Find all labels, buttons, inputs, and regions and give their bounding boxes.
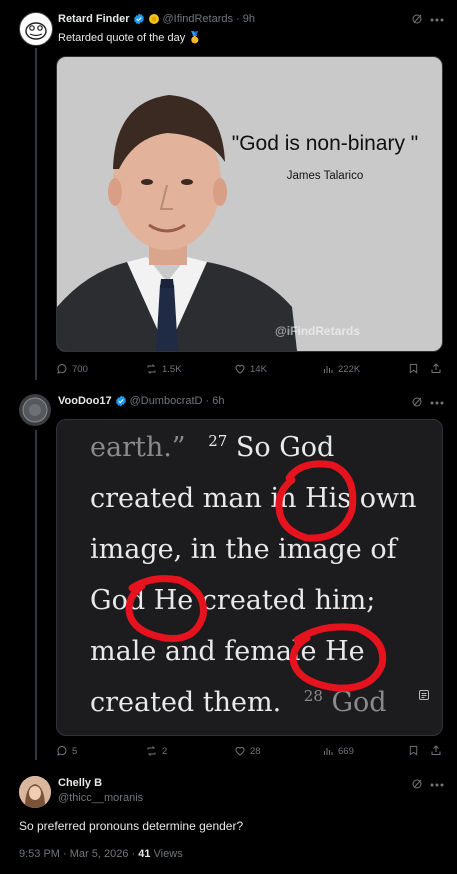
reply-count: 5 (72, 745, 78, 757)
heart-icon (235, 746, 245, 756)
view-count: 669 (338, 745, 354, 757)
reply-count: 700 (72, 363, 88, 375)
quote-attribution: James Talarico (286, 170, 364, 182)
tweet2-header: VooDoo17 @DumbocratD · 6h (58, 395, 224, 407)
tweet3-text: So preferred pronouns determine gender? (19, 819, 244, 833)
bar-chart-icon (324, 366, 333, 373)
grok-icon[interactable] (411, 778, 423, 790)
quote-text: "God is non-binary " (231, 132, 419, 155)
author-handle[interactable]: @IfindRetards (163, 13, 233, 25)
retweet-button[interactable]: 2 (145, 745, 167, 757)
reply-icon (57, 364, 67, 374)
politician-photo (57, 95, 297, 351)
reply-button[interactable]: 700 (56, 363, 88, 375)
author-handle[interactable]: @DumbocratD (130, 395, 203, 407)
views-label: Views (153, 848, 183, 860)
thread-line (35, 430, 37, 760)
like-button[interactable]: 14K (234, 363, 267, 375)
views-button[interactable]: 669 (322, 745, 354, 757)
share-icon[interactable] (430, 362, 442, 375)
retweet-button[interactable]: 1.5K (145, 363, 182, 375)
like-count: 14K (250, 363, 267, 375)
verified-badge-icon (115, 395, 126, 407)
more-icon[interactable] (430, 18, 444, 22)
tweet3-header: Chelly B @thicc__moranis (58, 777, 143, 804)
red-circle-annotations (125, 460, 387, 692)
views-button[interactable]: 222K (322, 363, 360, 375)
grok-icon[interactable] (411, 13, 423, 25)
author-name[interactable]: Chelly B (58, 777, 143, 789)
retweet-count: 1.5K (162, 363, 182, 375)
timestamp[interactable]: 9:53 PM · Mar 5, 2026 · (19, 848, 135, 860)
retweet-count: 2 (162, 745, 168, 757)
view-count: 222K (338, 363, 361, 375)
bar-chart-icon (324, 748, 333, 755)
seal-avatar-icon (22, 397, 48, 423)
person-avatar-icon (19, 776, 51, 808)
tweet-time[interactable]: · 6h (206, 395, 225, 407)
grok-icon[interactable] (411, 396, 423, 408)
more-icon[interactable] (430, 401, 444, 405)
reply-button[interactable]: 5 (56, 745, 77, 757)
tweet1-text: Retarded quote of the day 🥇 (58, 32, 202, 44)
red-circle-he-2 (289, 623, 387, 692)
retweet-icon (147, 364, 156, 374)
more-icon[interactable] (430, 783, 444, 787)
author-name[interactable]: Retard Finder (58, 13, 130, 25)
thread-line (35, 48, 37, 380)
views-count: 41 (138, 848, 151, 860)
tweet3-timestamp-row: 9:53 PM · Mar 5, 2026 · 41 Views (19, 848, 183, 860)
avatar-retard-finder[interactable] (19, 12, 53, 46)
tweet1-header: Retard Finder @IfindRetards · 9h (58, 13, 255, 25)
heart-icon (235, 364, 245, 374)
share-icon[interactable] (430, 744, 442, 757)
author-handle[interactable]: @thicc__moranis (58, 792, 143, 804)
retweet-icon (147, 746, 156, 756)
bookmark-icon[interactable] (408, 744, 419, 757)
red-circle-he-1 (125, 575, 207, 643)
avatar-voodoo17[interactable] (19, 394, 51, 426)
red-circle-his (275, 460, 357, 542)
notes-icon[interactable] (418, 689, 430, 701)
pepe-avatar-icon (25, 22, 47, 40)
tweet-time[interactable]: · 9h (236, 13, 255, 25)
tweet1-image[interactable]: "God is non-binary " James Talarico @iFi… (56, 56, 443, 352)
gold-badge-icon (148, 14, 159, 24)
like-count: 28 (250, 745, 261, 757)
bookmark-icon[interactable] (408, 362, 419, 375)
like-button[interactable]: 28 (234, 745, 261, 757)
reply-icon (57, 746, 67, 756)
verified-badge-icon (133, 13, 144, 25)
image-watermark: @iFindRetards (275, 324, 361, 338)
author-name[interactable]: VooDoo17 (58, 395, 112, 407)
tweet2-image[interactable]: earth.” 27 So God created man in His own… (56, 419, 443, 736)
avatar-chelly-b[interactable] (19, 776, 51, 808)
